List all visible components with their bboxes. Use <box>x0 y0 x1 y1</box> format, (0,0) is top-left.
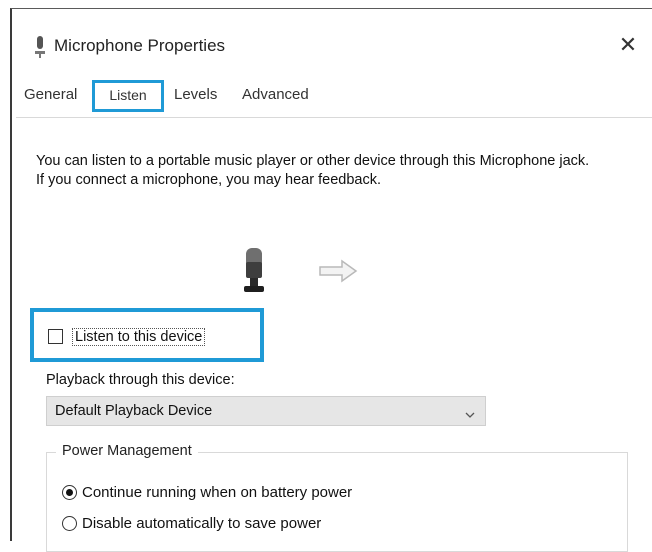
playback-device-select[interactable]: Default Playback Device <box>46 396 486 426</box>
radio-button[interactable] <box>62 485 77 500</box>
tab-advanced[interactable]: Advanced <box>242 86 309 103</box>
listen-checkbox-label[interactable]: Listen to this device <box>72 328 206 346</box>
window-title: Microphone Properties <box>54 36 226 55</box>
microphone-icon <box>238 248 272 299</box>
playback-label: Playback through this device: <box>46 372 235 388</box>
close-button[interactable]: ✕ <box>614 31 642 59</box>
tab-general[interactable]: General <box>24 86 77 103</box>
arrow-right-icon <box>318 259 358 288</box>
tab-divider <box>16 117 652 118</box>
power-management-title: Power Management <box>56 443 198 459</box>
listen-checkbox[interactable] <box>48 329 63 344</box>
playback-device-value: Default Playback Device <box>55 403 213 419</box>
tab-listen[interactable]: Listen <box>92 80 164 112</box>
tab-levels[interactable]: Levels <box>174 86 217 103</box>
radio-disable-automatically[interactable]: Disable automatically to save power <box>62 515 321 532</box>
radio-label: Continue running when on battery power <box>82 484 353 501</box>
radio-button[interactable] <box>62 516 77 531</box>
chevron-down-icon <box>465 406 475 418</box>
tab-bar: General Listen Levels Advanced <box>16 80 652 112</box>
power-management-group <box>46 452 628 552</box>
microphone-icon <box>34 36 46 58</box>
radio-continue-running[interactable]: Continue running when on battery power <box>62 484 352 501</box>
listen-description: You can listen to a portable music playe… <box>36 153 590 188</box>
radio-label: Disable automatically to save power <box>82 515 322 532</box>
title-bar: Microphone Properties ✕ <box>12 9 652 81</box>
